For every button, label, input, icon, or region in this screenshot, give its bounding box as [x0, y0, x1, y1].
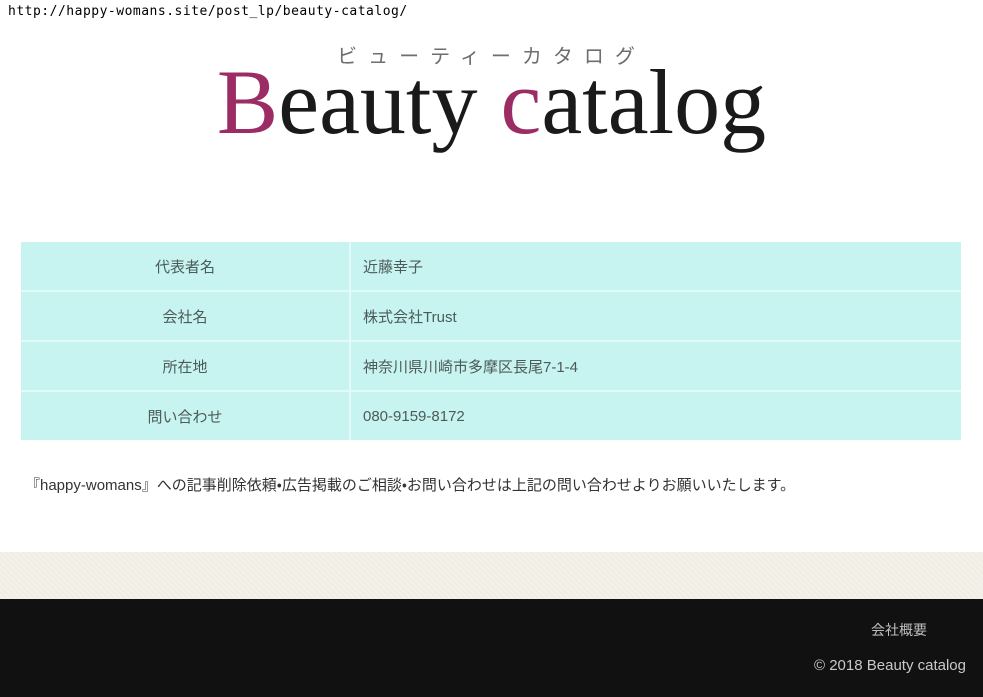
row-value: 近藤幸子: [351, 242, 961, 292]
title-accent-letter: c: [500, 51, 541, 153]
row-value: 神奈川県川崎市多摩区長尾7-1-4: [351, 342, 961, 392]
row-label: 問い合わせ: [21, 392, 351, 440]
page-root: http://happy-womans.site/post_lp/beauty-…: [0, 0, 983, 697]
site-footer: 会社概要 © 2018 Beauty catalog: [0, 599, 983, 697]
beige-divider-strip: [0, 552, 983, 599]
row-value: 株式会社Trust: [351, 292, 961, 342]
footer-nav-company-overview[interactable]: 会社概要: [871, 620, 927, 640]
copyright-text: © 2018 Beauty catalog: [814, 657, 966, 674]
company-info-table: 代表者名 近藤幸子 会社名 株式会社Trust 所在地 神奈川県川崎市多摩区長尾…: [21, 242, 961, 440]
table-row: 会社名 株式会社Trust: [21, 292, 961, 342]
site-logo-link[interactable]: Beauty catalog: [0, 56, 983, 148]
url-text: http://happy-womans.site/post_lp/beauty-…: [8, 4, 408, 19]
table-row: 問い合わせ 080-9159-8172: [21, 392, 961, 440]
title-text: eauty: [278, 51, 500, 153]
table-row: 代表者名 近藤幸子: [21, 242, 961, 292]
title-accent-letter: B: [217, 51, 278, 153]
contact-note: 『happy-womans』への記事削除依頼・広告掲載のご相談・お問い合わせは上…: [25, 475, 955, 498]
row-value: 080-9159-8172: [351, 392, 961, 440]
row-label: 会社名: [21, 292, 351, 342]
row-label: 所在地: [21, 342, 351, 392]
row-label: 代表者名: [21, 242, 351, 292]
table-row: 所在地 神奈川県川崎市多摩区長尾7-1-4: [21, 342, 961, 392]
title-text: atalog: [541, 51, 766, 153]
